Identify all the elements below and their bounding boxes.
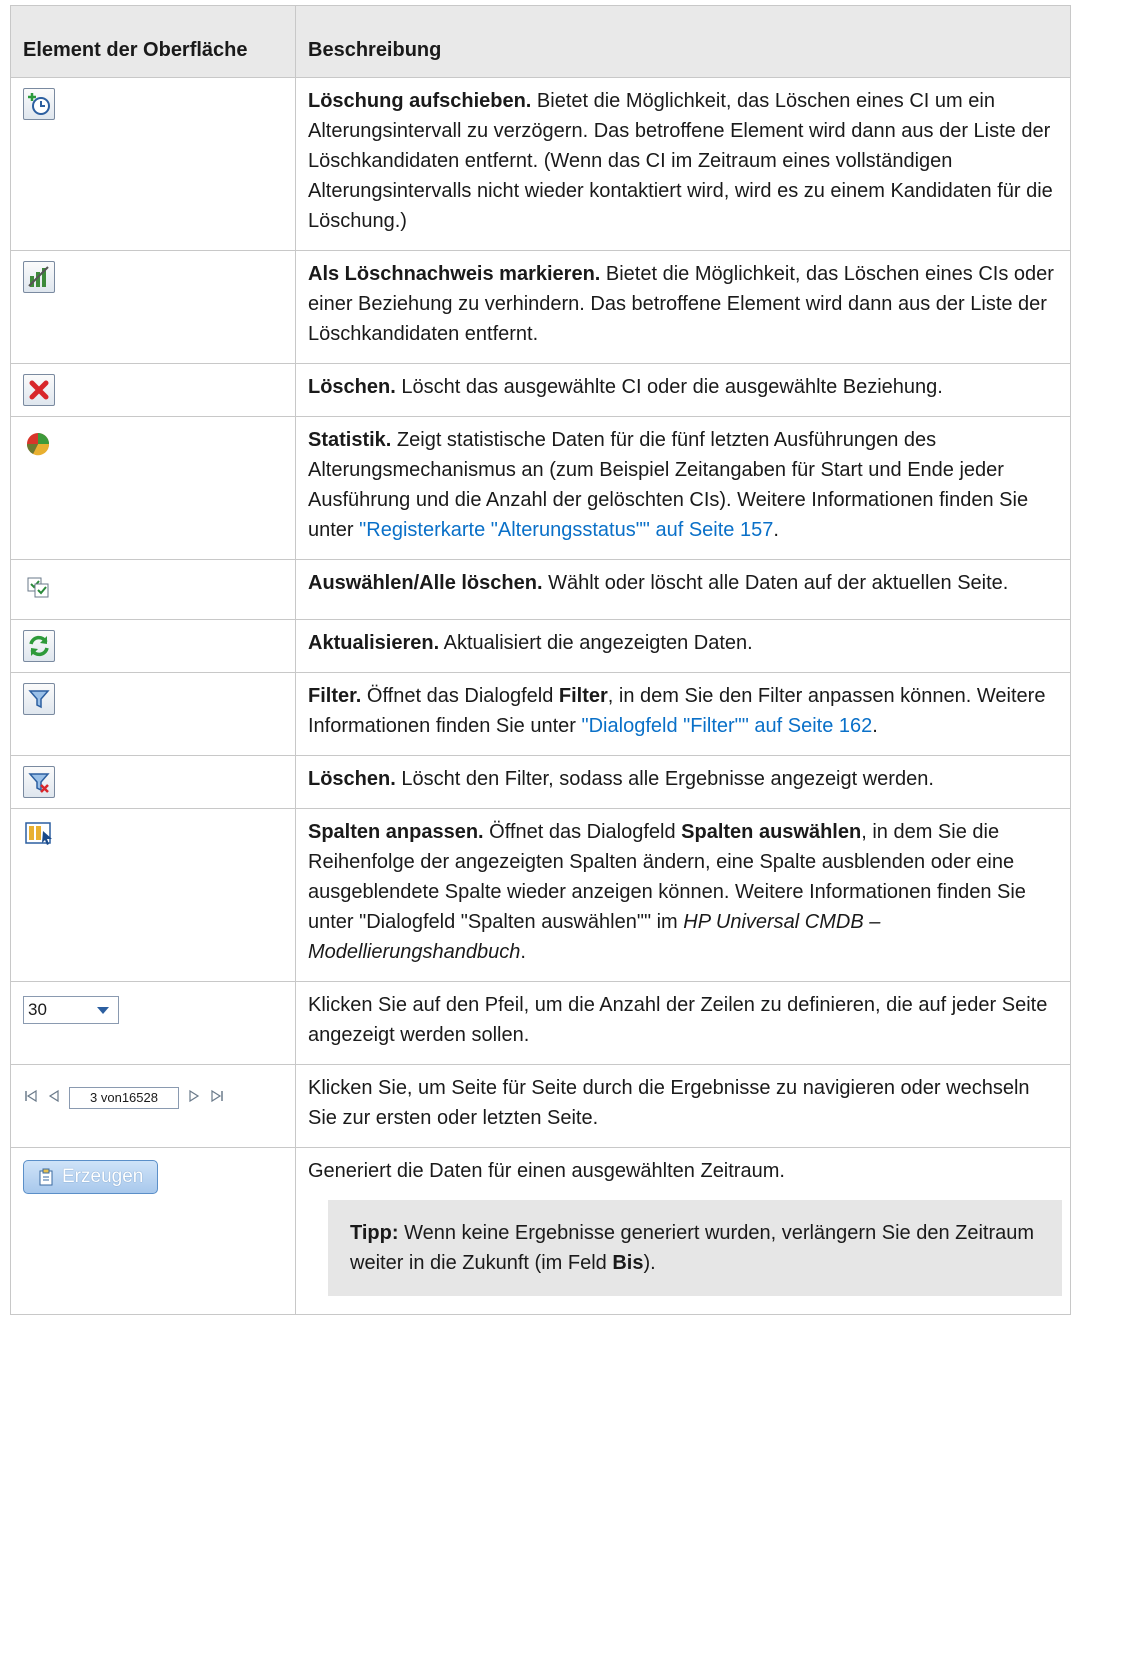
generate-button-label: Erzeugen	[62, 1166, 144, 1187]
element-cell	[10, 559, 296, 620]
row-text: Löscht das ausgewählte CI oder die ausge…	[395, 376, 943, 398]
element-cell: 3 von16528	[10, 1064, 296, 1148]
description-cell: Generiert die Daten für einen ausgewählt…	[295, 1147, 1071, 1315]
dropdown-value: 30	[28, 1000, 47, 1019]
table-row: Auswählen/Alle löschen. Wählt oder lösch…	[10, 559, 1071, 620]
description-cell: Als Löschnachweis markieren. Bietet die …	[295, 250, 1071, 364]
row-text: Öffnet das Dialogfeld	[483, 821, 682, 843]
table-row: Erzeugen Generiert die Daten für einen a…	[10, 1147, 1071, 1315]
next-page-icon[interactable]	[187, 1083, 201, 1113]
description-cell: Aktualisieren. Aktualisiert die angezeig…	[295, 619, 1071, 673]
element-cell	[10, 77, 296, 251]
select-clear-all-icon[interactable]	[23, 572, 53, 611]
table-row: Statistik. Zeigt statistische Daten für …	[10, 416, 1071, 560]
row-title: Spalten anpassen.	[308, 821, 484, 843]
pager: 3 von16528	[23, 1083, 283, 1113]
row-text: Löscht den Filter, sodass alle Ergebniss…	[395, 768, 934, 790]
filter-icon[interactable]	[23, 683, 55, 715]
chevron-down-icon[interactable]	[88, 997, 118, 1023]
element-cell	[10, 808, 296, 982]
table-row: Als Löschnachweis markieren. Bietet die …	[10, 250, 1071, 364]
element-cell: Erzeugen	[10, 1147, 296, 1315]
tip-field-name: Bis	[612, 1252, 644, 1274]
description-cell: Löschen. Löscht das ausgewählte CI oder …	[295, 363, 1071, 417]
link-filter-dialog[interactable]: "Dialogfeld "Filter"" auf Seite 162	[582, 715, 873, 737]
last-page-icon[interactable]	[209, 1083, 225, 1113]
description-cell: Statistik. Zeigt statistische Daten für …	[295, 416, 1071, 560]
row-text: Klicken Sie auf den Pfeil, um die Anzahl…	[308, 994, 1048, 1046]
table-row: Löschung aufschieben. Bietet die Möglich…	[10, 77, 1071, 251]
row-text-end: .	[872, 715, 878, 737]
link-aging-status-tab[interactable]: "Registerkarte "Alterungsstatus"" auf Se…	[359, 519, 773, 541]
row-title: Löschen.	[308, 376, 396, 398]
clear-filter-icon[interactable]	[23, 766, 55, 798]
element-cell	[10, 619, 296, 673]
row-title: Löschen.	[308, 768, 396, 790]
description-cell: Spalten anpassen. Öffnet das Dialogfeld …	[295, 808, 1071, 982]
header-description: Beschreibung	[295, 5, 1071, 78]
row-text: Öffnet das Dialogfeld	[361, 685, 559, 707]
row-title: Filter.	[308, 685, 362, 707]
element-cell	[10, 363, 296, 417]
tip-label: Tipp:	[350, 1222, 399, 1244]
row-text: Aktualisiert die angezeigten Daten.	[439, 632, 753, 654]
table-row: Filter. Öffnet das Dialogfeld Filter, in…	[10, 672, 1071, 756]
element-cell	[10, 755, 296, 809]
table-row: Aktualisieren. Aktualisiert die angezeig…	[10, 619, 1071, 673]
table-row: 30 Klicken Sie auf den Pfeil, um die Anz…	[10, 981, 1071, 1065]
element-cell	[10, 672, 296, 756]
mark-as-deletion-proof-icon[interactable]	[23, 261, 55, 293]
row-title: Als Löschnachweis markieren.	[308, 263, 601, 285]
row-text-end: .	[520, 941, 526, 963]
row-text-end: .	[773, 519, 779, 541]
statistics-icon[interactable]	[23, 429, 53, 468]
row-title: Aktualisieren.	[308, 632, 440, 654]
table-row: Spalten anpassen. Öffnet das Dialogfeld …	[10, 808, 1071, 982]
table-row: Löschen. Löscht das ausgewählte CI oder …	[10, 363, 1071, 417]
description-cell: Löschung aufschieben. Bietet die Möglich…	[295, 77, 1071, 251]
tip-text-end: ).	[643, 1252, 656, 1274]
table-row: 3 von16528 Klicken Sie, um Seite für Sei…	[10, 1064, 1071, 1148]
table-row: Löschen. Löscht den Filter, sodass alle …	[10, 755, 1071, 809]
row-text: Klicken Sie, um Seite für Seite durch di…	[308, 1077, 1030, 1129]
description-cell: Auswählen/Alle löschen. Wählt oder lösch…	[295, 559, 1071, 620]
description-cell: Klicken Sie, um Seite für Seite durch di…	[295, 1064, 1071, 1148]
tip-box: Tipp: Wenn keine Ergebnisse generiert wu…	[328, 1200, 1062, 1296]
refresh-icon[interactable]	[23, 630, 55, 662]
row-text: Wählt oder löscht alle Daten auf der akt…	[542, 572, 1009, 594]
description-cell: Klicken Sie auf den Pfeil, um die Anzahl…	[295, 981, 1071, 1065]
delete-icon[interactable]	[23, 374, 55, 406]
description-cell: Löschen. Löscht den Filter, sodass alle …	[295, 755, 1071, 809]
description-cell: Filter. Öffnet das Dialogfeld Filter, in…	[295, 672, 1071, 756]
rows-per-page-dropdown[interactable]: 30	[23, 996, 119, 1024]
document-icon	[39, 1168, 53, 1186]
row-text-bold: Filter	[558, 685, 608, 707]
page-number-field[interactable]: 3 von16528	[69, 1087, 179, 1109]
row-text-bold: Spalten auswählen	[681, 821, 862, 843]
table-header-row: Element der Oberfläche Beschreibung	[10, 5, 1071, 78]
ui-elements-table: Element der Oberfläche Beschreibung Lösc…	[10, 5, 1071, 1315]
element-cell	[10, 416, 296, 560]
row-title: Auswählen/Alle löschen.	[308, 572, 543, 594]
tip-text: Wenn keine Ergebnisse generiert wurden, …	[350, 1222, 1035, 1274]
first-page-icon[interactable]	[23, 1083, 39, 1113]
previous-page-icon[interactable]	[47, 1083, 61, 1113]
element-cell	[10, 250, 296, 364]
generate-button[interactable]: Erzeugen	[23, 1160, 159, 1194]
row-title: Löschung aufschieben.	[308, 90, 532, 112]
element-cell: 30	[10, 981, 296, 1065]
row-title: Statistik.	[308, 429, 392, 451]
postpone-deletion-icon[interactable]	[23, 88, 55, 120]
customize-columns-icon[interactable]	[23, 819, 55, 858]
header-ui-element: Element der Oberfläche	[10, 5, 296, 78]
row-text: Generiert die Daten für einen ausgewählt…	[308, 1160, 785, 1182]
